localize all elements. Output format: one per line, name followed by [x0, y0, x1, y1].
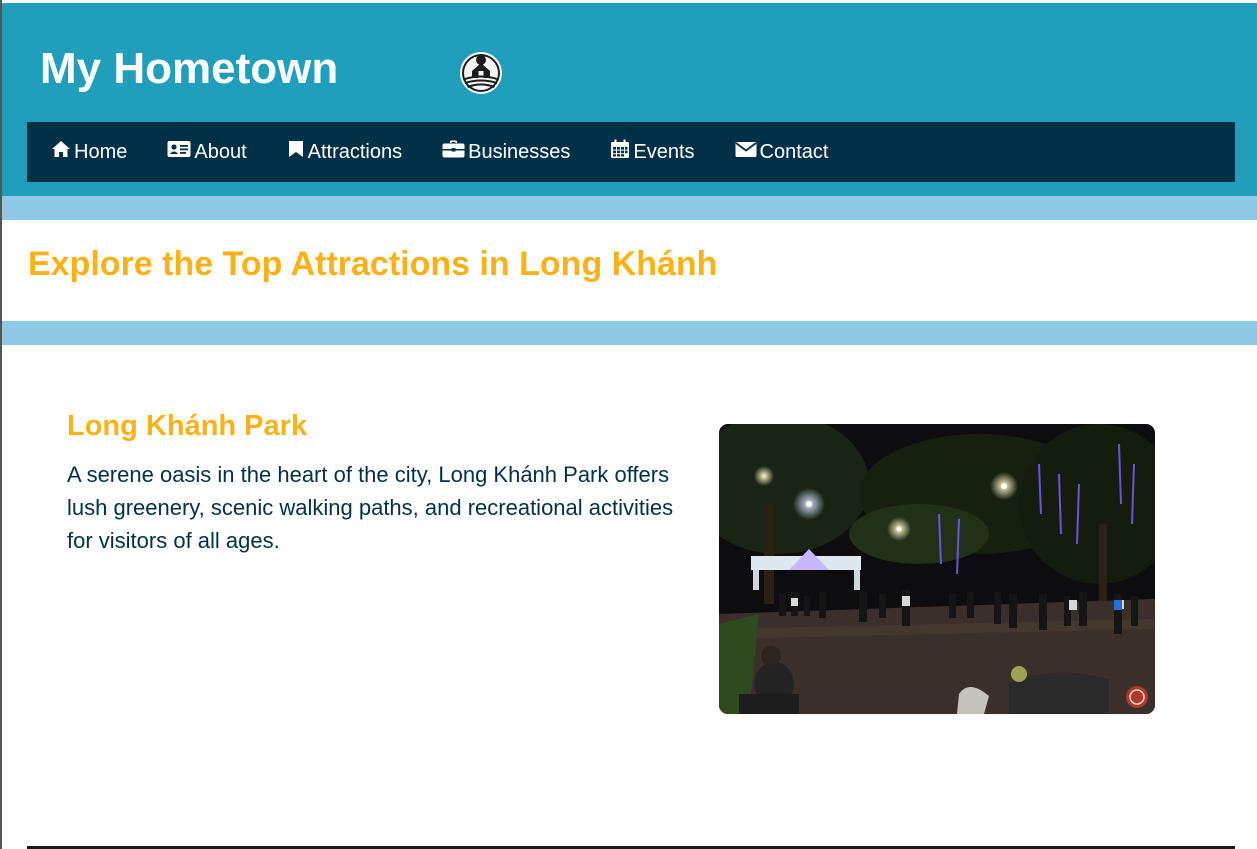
calendar-icon: [610, 139, 633, 165]
nav-item-label: Contact: [759, 140, 829, 163]
attraction-title: Long Khánh Park: [67, 410, 308, 442]
id-card-icon: [167, 140, 194, 164]
attraction-photo: [719, 424, 1155, 714]
nav-item-home[interactable]: Home: [51, 140, 127, 164]
nav-item-events[interactable]: Events: [610, 139, 695, 165]
nav-item-businesses[interactable]: Businesses: [442, 140, 570, 164]
nav-item-label: About: [194, 140, 247, 163]
decorative-band: [2, 321, 1257, 345]
attraction-description: A serene oasis in the heart of the city,…: [67, 462, 674, 553]
nav-item-label: Attractions: [307, 140, 403, 163]
site-header: My Hometown Home About Attractions Busin…: [2, 3, 1257, 196]
nav-item-label: Events: [633, 140, 695, 163]
nav-item-about[interactable]: About: [167, 140, 247, 164]
decorative-band: [2, 196, 1257, 220]
envelope-icon: [735, 141, 760, 164]
main-navbar: Home About Attractions Businesses Events…: [27, 122, 1235, 182]
nav-item-attractions[interactable]: Attractions: [287, 140, 402, 164]
home-icon: [51, 140, 74, 164]
site-title: My Hometown: [40, 44, 339, 93]
page: My Hometown Home About Attractions Busin…: [0, 0, 1257, 849]
bookmark-icon: [287, 140, 308, 164]
nav-item-contact[interactable]: Contact: [735, 140, 829, 164]
nav-item-label: Businesses: [468, 140, 571, 163]
page-heading: Explore the Top Attractions in Long Khán…: [28, 245, 718, 283]
house-field-logo-icon[interactable]: [459, 51, 503, 95]
nav-item-label: Home: [74, 140, 128, 163]
briefcase-icon: [442, 140, 468, 164]
